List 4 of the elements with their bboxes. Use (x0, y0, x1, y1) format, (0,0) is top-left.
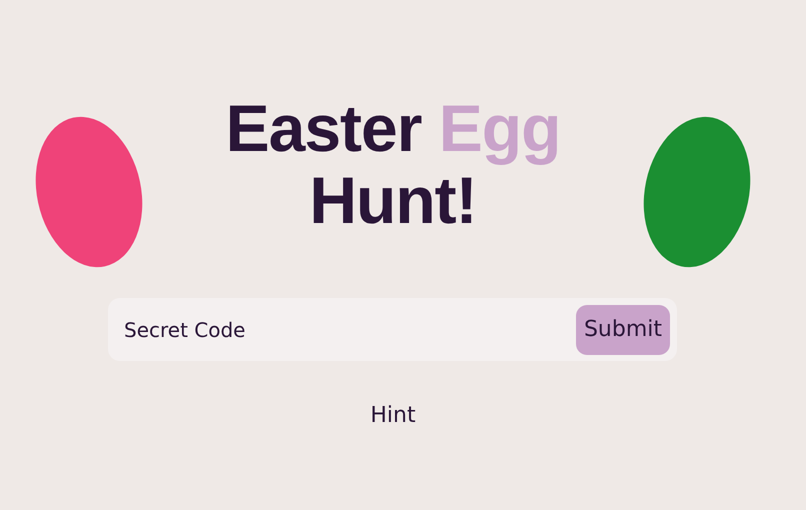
hint-link[interactable]: Hint (370, 403, 416, 428)
page-title: Easter Egg Hunt! (226, 92, 560, 236)
code-field[interactable]: Secret Code Submit (108, 298, 677, 361)
submit-button[interactable]: Submit (576, 304, 670, 354)
